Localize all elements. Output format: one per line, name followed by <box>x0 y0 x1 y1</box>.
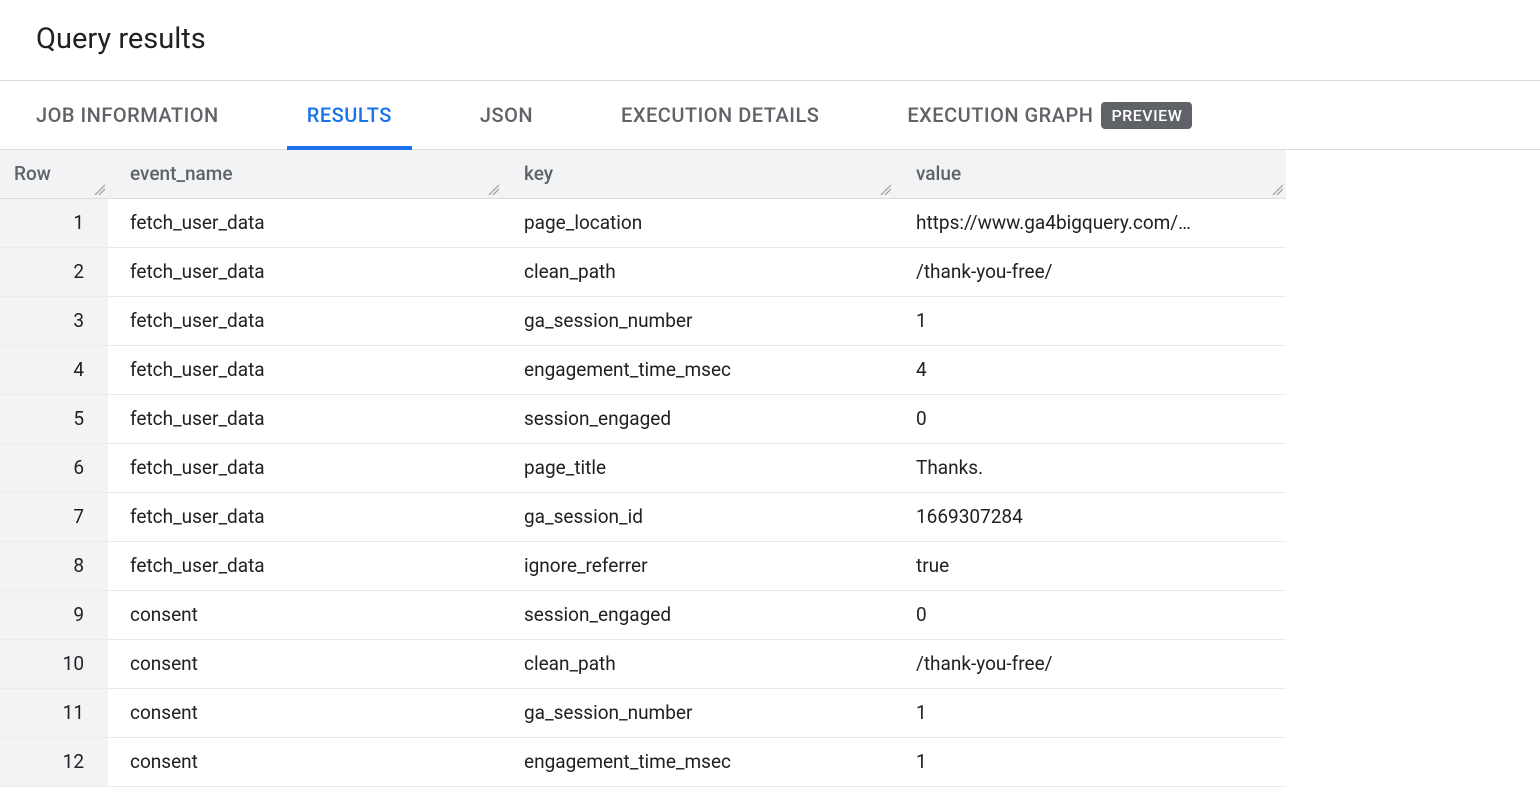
table-row[interactable]: 7fetch_user_dataga_session_id1669307284 <box>0 492 1286 541</box>
column-resize-handle-icon[interactable] <box>879 183 891 195</box>
table-header-row: Row event_name key <box>0 150 1286 198</box>
cell-event-name: fetch_user_data <box>108 247 502 296</box>
tab-label: RESULTS <box>307 103 392 127</box>
tab-execution-details[interactable]: EXECUTION DETAILS <box>601 81 839 149</box>
col-header-label: event_name <box>130 162 233 185</box>
cell-key: clean_path <box>502 247 894 296</box>
cell-value: 1 <box>894 737 1286 786</box>
title-bar: Query results <box>0 0 1540 80</box>
cell-value: https://www.ga4bigquery.com/… <box>894 198 1286 247</box>
tab-label: JSON <box>480 103 533 127</box>
results-table: Row event_name key <box>0 150 1286 787</box>
cell-row-num: 1 <box>0 198 108 247</box>
cell-row-num: 7 <box>0 492 108 541</box>
cell-key: ga_session_number <box>502 688 894 737</box>
cell-key: engagement_time_msec <box>502 737 894 786</box>
cell-value: 4 <box>894 345 1286 394</box>
column-resize-handle-icon[interactable] <box>93 183 105 195</box>
cell-key: page_location <box>502 198 894 247</box>
table-row[interactable]: 2fetch_user_dataclean_path/thank-you-fre… <box>0 247 1286 296</box>
cell-row-num: 2 <box>0 247 108 296</box>
cell-event-name: fetch_user_data <box>108 345 502 394</box>
table-row[interactable]: 6fetch_user_datapage_titleThanks. <box>0 443 1286 492</box>
tab-label: EXECUTION GRAPH <box>907 103 1093 127</box>
query-results-panel: Query results JOB INFORMATION RESULTS JS… <box>0 0 1540 787</box>
table-row[interactable]: 1fetch_user_datapage_locationhttps://www… <box>0 198 1286 247</box>
cell-event-name: fetch_user_data <box>108 492 502 541</box>
table-row[interactable]: 11consentga_session_number1 <box>0 688 1286 737</box>
cell-row-num: 8 <box>0 541 108 590</box>
table-row[interactable]: 3fetch_user_dataga_session_number1 <box>0 296 1286 345</box>
col-header-value[interactable]: value <box>894 150 1286 198</box>
table-row[interactable]: 10consentclean_path/thank-you-free/ <box>0 639 1286 688</box>
cell-row-num: 3 <box>0 296 108 345</box>
cell-value: /thank-you-free/ <box>894 247 1286 296</box>
cell-row-num: 10 <box>0 639 108 688</box>
cell-event-name: consent <box>108 590 502 639</box>
table-row[interactable]: 4fetch_user_dataengagement_time_msec4 <box>0 345 1286 394</box>
table-row[interactable]: 9consentsession_engaged0 <box>0 590 1286 639</box>
cell-event-name: fetch_user_data <box>108 394 502 443</box>
cell-value: 0 <box>894 590 1286 639</box>
tab-json[interactable]: JSON <box>460 81 553 149</box>
cell-row-num: 4 <box>0 345 108 394</box>
cell-value: 1 <box>894 296 1286 345</box>
cell-event-name: consent <box>108 639 502 688</box>
col-header-label: Row <box>14 162 51 185</box>
cell-key: engagement_time_msec <box>502 345 894 394</box>
column-resize-handle-icon[interactable] <box>487 183 499 195</box>
table-row[interactable]: 12consentengagement_time_msec1 <box>0 737 1286 786</box>
tab-execution-graph[interactable]: EXECUTION GRAPH PREVIEW <box>887 81 1212 149</box>
cell-event-name: consent <box>108 688 502 737</box>
results-table-wrap: Row event_name key <box>0 150 1540 787</box>
cell-key: ignore_referrer <box>502 541 894 590</box>
col-header-row[interactable]: Row <box>0 150 108 198</box>
cell-row-num: 9 <box>0 590 108 639</box>
page-title: Query results <box>36 22 1504 56</box>
table-row[interactable]: 5fetch_user_datasession_engaged0 <box>0 394 1286 443</box>
col-header-label: value <box>916 162 961 185</box>
cell-key: clean_path <box>502 639 894 688</box>
cell-value: Thanks. <box>894 443 1286 492</box>
cell-key: session_engaged <box>502 590 894 639</box>
cell-event-name: fetch_user_data <box>108 296 502 345</box>
col-header-event-name[interactable]: event_name <box>108 150 502 198</box>
column-resize-handle-icon[interactable] <box>1271 183 1283 195</box>
col-header-label: key <box>524 162 553 185</box>
col-header-key[interactable]: key <box>502 150 894 198</box>
tab-results[interactable]: RESULTS <box>287 81 412 149</box>
cell-row-num: 6 <box>0 443 108 492</box>
cell-key: page_title <box>502 443 894 492</box>
results-tbody: 1fetch_user_datapage_locationhttps://www… <box>0 198 1286 786</box>
cell-row-num: 11 <box>0 688 108 737</box>
table-row[interactable]: 8fetch_user_dataignore_referrertrue <box>0 541 1286 590</box>
cell-value: 1 <box>894 688 1286 737</box>
tab-label: EXECUTION DETAILS <box>621 103 819 127</box>
cell-value: /thank-you-free/ <box>894 639 1286 688</box>
cell-value: 1669307284 <box>894 492 1286 541</box>
cell-event-name: fetch_user_data <box>108 541 502 590</box>
tab-job-information[interactable]: JOB INFORMATION <box>36 81 239 149</box>
cell-value: true <box>894 541 1286 590</box>
results-tabbar: JOB INFORMATION RESULTS JSON EXECUTION D… <box>0 80 1540 150</box>
cell-key: ga_session_number <box>502 296 894 345</box>
tab-label: JOB INFORMATION <box>36 103 219 127</box>
cell-value: 0 <box>894 394 1286 443</box>
cell-row-num: 5 <box>0 394 108 443</box>
preview-badge: PREVIEW <box>1101 102 1192 129</box>
cell-row-num: 12 <box>0 737 108 786</box>
cell-key: session_engaged <box>502 394 894 443</box>
cell-event-name: fetch_user_data <box>108 443 502 492</box>
cell-event-name: consent <box>108 737 502 786</box>
cell-event-name: fetch_user_data <box>108 198 502 247</box>
cell-key: ga_session_id <box>502 492 894 541</box>
